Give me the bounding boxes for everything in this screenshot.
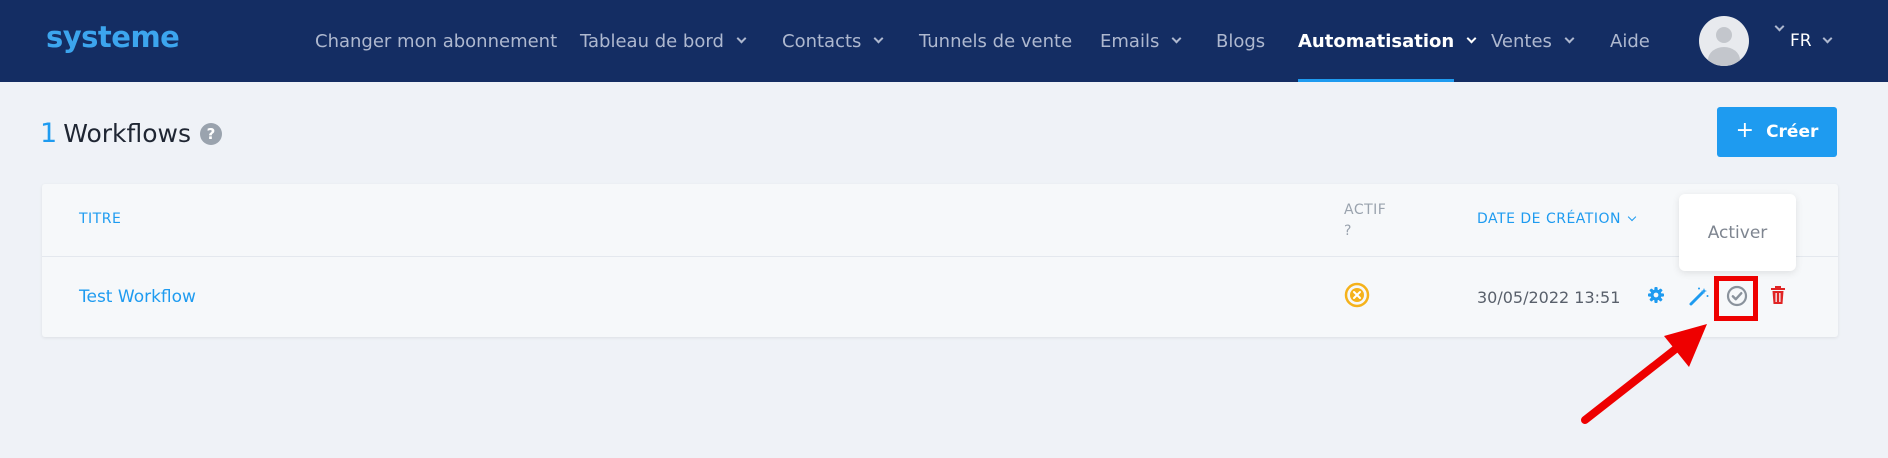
- nav-item-contacts[interactable]: Contacts: [782, 0, 884, 82]
- avatar-body: [1708, 47, 1740, 66]
- chevron-down-icon: [1466, 33, 1477, 44]
- top-navbar: systeme Changer mon abonnement Tableau d…: [0, 0, 1888, 82]
- nav-item-changer-abonnement[interactable]: Changer mon abonnement: [315, 0, 557, 82]
- nav-item-blogs[interactable]: Blogs: [1216, 0, 1265, 82]
- chevron-down-icon: [1564, 33, 1575, 44]
- trash-icon[interactable]: [1769, 285, 1787, 309]
- column-header-active: ACTIF ?: [1344, 202, 1387, 239]
- nav-item-tunnels-de-vente[interactable]: Tunnels de vente: [919, 0, 1072, 82]
- nav-item-aide[interactable]: Aide: [1610, 0, 1650, 82]
- creation-date: 30/05/2022 13:51: [1477, 288, 1621, 307]
- avatar-head: [1716, 27, 1732, 43]
- language-selector[interactable]: FR: [1790, 0, 1833, 82]
- chevron-down-icon: [1822, 33, 1833, 44]
- help-icon[interactable]: ?: [200, 122, 223, 145]
- workflows-table: TITRE ACTIF ? DATE DE CRÉATION Test Work…: [42, 184, 1838, 337]
- create-button[interactable]: + Créer: [1717, 107, 1837, 157]
- plus-icon: +: [1735, 118, 1755, 143]
- systeme-logo[interactable]: systeme: [46, 20, 180, 54]
- page-title: Workflows: [63, 119, 192, 148]
- user-avatar[interactable]: [1699, 16, 1749, 66]
- table-header: TITRE ACTIF ? DATE DE CRÉATION: [42, 184, 1838, 257]
- activate-tooltip: Activer: [1679, 194, 1796, 271]
- page-header: 1 Workflows ?: [40, 118, 223, 149]
- magic-wand-icon[interactable]: [1688, 285, 1710, 311]
- gear-icon[interactable]: [1646, 285, 1666, 309]
- column-header-title[interactable]: TITRE: [79, 211, 121, 227]
- nav-item-emails[interactable]: Emails: [1100, 0, 1182, 82]
- chevron-down-icon[interactable]: [1774, 21, 1785, 32]
- column-header-date[interactable]: DATE DE CRÉATION: [1477, 211, 1637, 227]
- chevron-down-icon: [873, 33, 884, 44]
- workflow-count: 1: [40, 118, 58, 149]
- nav-item-automatisation[interactable]: Automatisation: [1298, 0, 1477, 82]
- chevron-down-icon: [736, 33, 747, 44]
- inactive-status-icon: [1344, 282, 1370, 312]
- nav-item-ventes[interactable]: Ventes: [1491, 0, 1575, 82]
- sort-chevron-down-icon: [1627, 212, 1637, 222]
- annotation-arrow: [1581, 324, 1707, 424]
- chevron-down-icon: [1171, 33, 1182, 44]
- workflow-title-link[interactable]: Test Workflow: [79, 287, 196, 307]
- table-row: Test Workflow 30/05/2022 13:51: [42, 258, 1838, 337]
- nav-item-tableau-de-bord[interactable]: Tableau de bord: [580, 0, 747, 82]
